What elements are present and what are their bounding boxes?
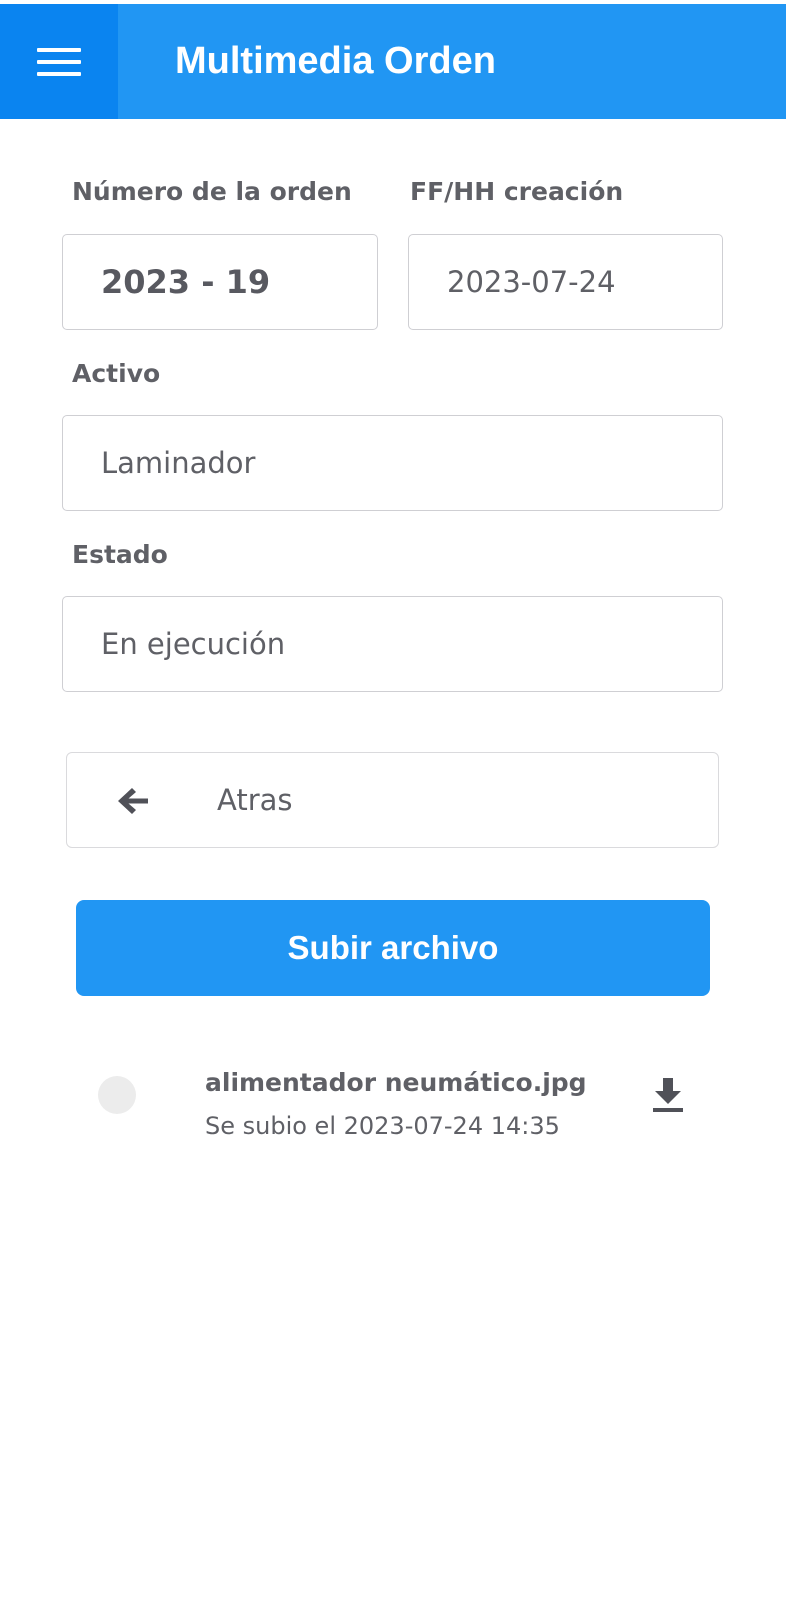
creation-date-field[interactable]: 2023-07-24 xyxy=(408,234,723,330)
order-number-field[interactable]: 2023 - 19 xyxy=(62,234,378,330)
upload-file-button[interactable]: Subir archivo xyxy=(76,900,710,996)
back-button-label: Atras xyxy=(217,783,293,817)
status-label: Estado xyxy=(72,540,168,569)
order-number-value: 2023 - 19 xyxy=(101,263,271,301)
back-button[interactable]: Atras xyxy=(66,752,719,848)
hamburger-menu-icon xyxy=(37,47,81,76)
order-number-label: Número de la orden xyxy=(72,177,352,206)
download-icon[interactable] xyxy=(650,1076,686,1114)
creation-date-value: 2023-07-24 xyxy=(447,265,616,299)
file-list-item: alimentador neumático.jpg Se subio el 20… xyxy=(0,1060,786,1160)
arrow-left-icon xyxy=(118,788,148,814)
page-title: Multimedia Orden xyxy=(175,40,496,82)
asset-field[interactable]: Laminador xyxy=(62,415,723,511)
file-name: alimentador neumático.jpg xyxy=(205,1068,587,1097)
asset-value: Laminador xyxy=(101,446,256,480)
asset-label: Activo xyxy=(72,359,161,388)
menu-button[interactable] xyxy=(0,4,118,119)
app-bar: Multimedia Orden xyxy=(0,4,786,119)
status-field[interactable]: En ejecución xyxy=(62,596,723,692)
file-thumbnail xyxy=(98,1076,136,1114)
file-upload-date: Se subio el 2023-07-24 14:35 xyxy=(205,1112,560,1140)
status-value: En ejecución xyxy=(101,627,286,661)
creation-date-label: FF/HH creación xyxy=(410,177,624,206)
